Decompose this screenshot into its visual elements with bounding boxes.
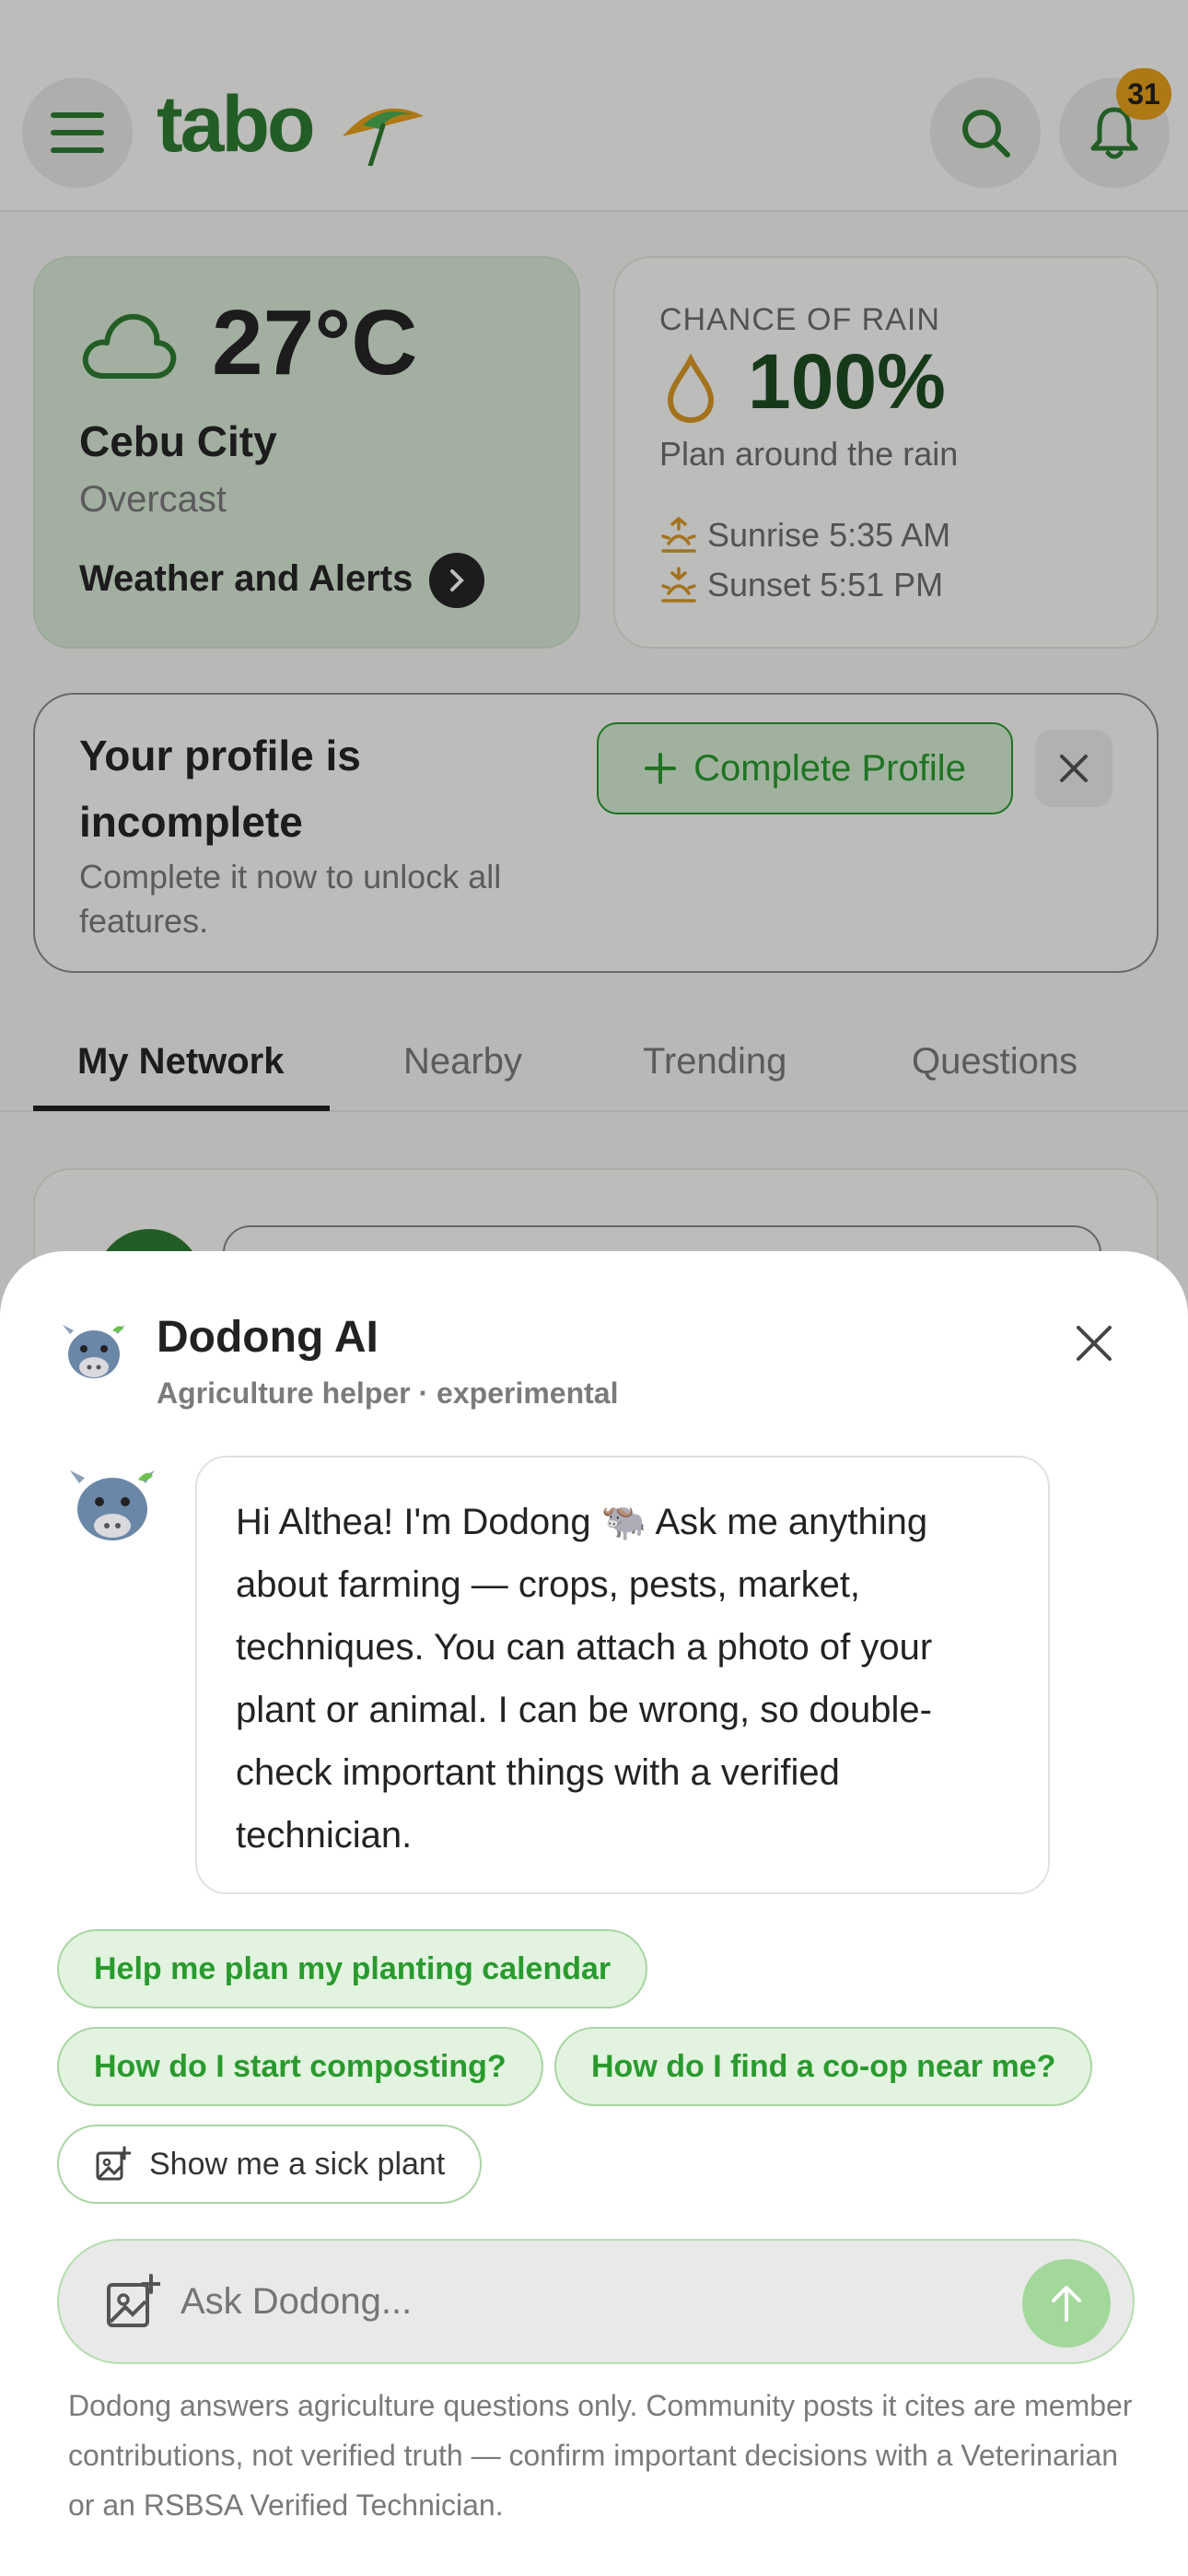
- send-button[interactable]: [1022, 2259, 1111, 2348]
- attach-photo-icon[interactable]: [105, 2274, 160, 2329]
- dodong-avatar-icon: [63, 1325, 125, 1378]
- disclaimer-text: Dodong answers agriculture questions onl…: [68, 2389, 1133, 2522]
- close-icon: [1077, 1326, 1112, 1361]
- assistant-tagline: Agriculture helper · experimental: [157, 1376, 619, 1410]
- chat-input[interactable]: [181, 2268, 1009, 2335]
- suggestion-chip-coop[interactable]: How do I find a co-op near me?: [554, 2027, 1093, 2106]
- sick-plant-label: Show me a sick plant: [149, 2146, 446, 2182]
- arrow-up-icon: [1052, 2286, 1081, 2322]
- close-sheet-button[interactable]: [1068, 1317, 1120, 1369]
- dodong-ai-sheet: [0, 1251, 1188, 2576]
- add-photo-icon: [96, 2146, 131, 2181]
- suggestion-chip-planting[interactable]: Help me plan my planting calendar: [57, 1929, 648, 2008]
- assistant-name: Dodong AI: [157, 1313, 379, 1362]
- assistant-message: Hi Althea! I'm Dodong 🐃 Ask me anything …: [195, 1456, 1050, 1894]
- suggestion-chip-sick-plant[interactable]: Show me a sick plant: [57, 2125, 483, 2204]
- dodong-avatar-icon: [70, 1470, 155, 1540]
- suggestion-chip-composting[interactable]: How do I start composting?: [57, 2027, 543, 2106]
